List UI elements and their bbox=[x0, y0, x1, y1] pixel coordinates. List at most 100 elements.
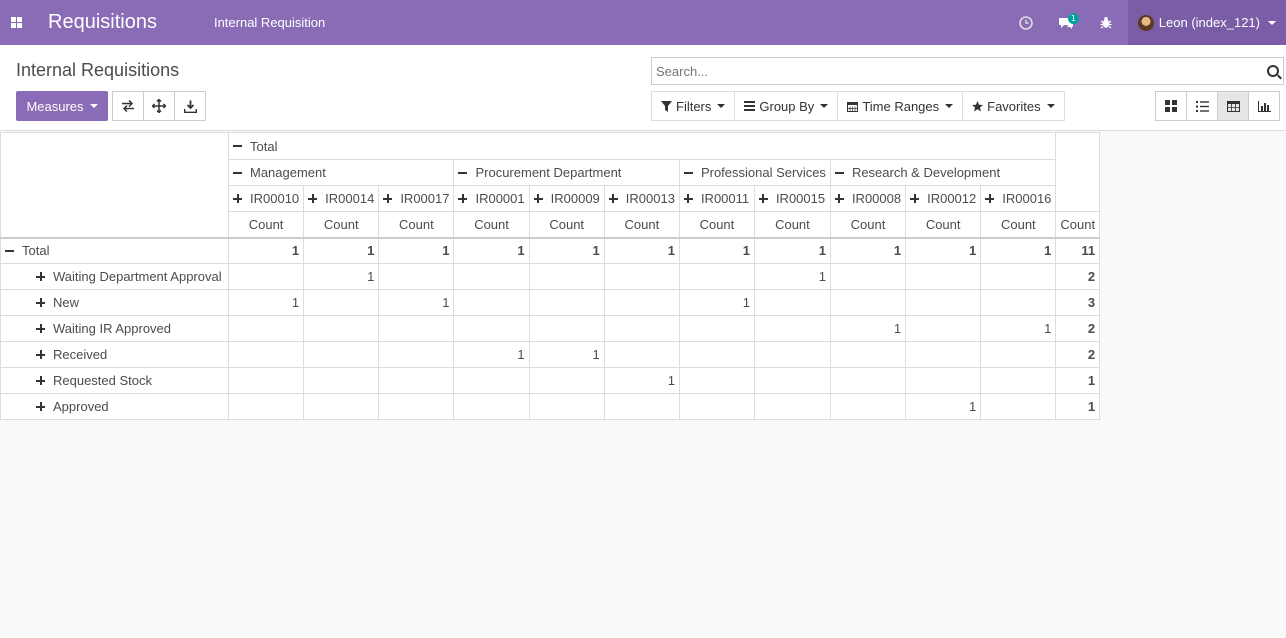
row-header[interactable]: New bbox=[0, 289, 229, 316]
col-header-total[interactable]: Total bbox=[227, 132, 1057, 160]
col-header-item[interactable]: IR00014 bbox=[303, 185, 380, 212]
col-header-item[interactable]: IR00013 bbox=[603, 185, 680, 212]
pivot-cell[interactable] bbox=[905, 315, 982, 342]
filters-button[interactable]: Filters bbox=[651, 91, 736, 121]
pivot-cell[interactable]: 1 bbox=[980, 237, 1057, 264]
pivot-cell[interactable]: 1 bbox=[378, 289, 455, 316]
pivot-cell[interactable] bbox=[528, 367, 605, 394]
pivot-cell[interactable]: 1 bbox=[603, 237, 680, 264]
measure-header[interactable]: Count bbox=[753, 211, 831, 239]
measure-header[interactable]: Count bbox=[303, 211, 380, 239]
row-header[interactable]: Requested Stock bbox=[0, 367, 229, 394]
pivot-cell[interactable]: 1 bbox=[303, 263, 380, 290]
pivot-cell[interactable] bbox=[453, 315, 530, 342]
pivot-cell[interactable] bbox=[829, 393, 907, 420]
activity-button[interactable] bbox=[1006, 0, 1046, 45]
pivot-cell[interactable] bbox=[829, 367, 907, 394]
pivot-cell[interactable] bbox=[227, 341, 305, 368]
pivot-cell[interactable]: 3 bbox=[1055, 289, 1101, 316]
pivot-cell[interactable] bbox=[528, 263, 605, 290]
col-header-item[interactable]: IR00012 bbox=[905, 185, 982, 212]
pivot-cell[interactable] bbox=[303, 341, 380, 368]
pivot-cell[interactable] bbox=[678, 393, 755, 420]
measure-header[interactable]: Count bbox=[378, 211, 455, 239]
graph-view-button[interactable] bbox=[1248, 91, 1280, 121]
flip-axis-button[interactable] bbox=[112, 91, 144, 121]
pivot-cell[interactable]: 1 bbox=[303, 237, 380, 264]
pivot-cell[interactable] bbox=[905, 341, 982, 368]
pivot-cell[interactable] bbox=[303, 367, 380, 394]
apps-menu-button[interactable] bbox=[0, 0, 32, 45]
download-button[interactable] bbox=[174, 91, 206, 121]
col-header-group[interactable]: Procurement Department bbox=[453, 159, 680, 186]
pivot-cell[interactable] bbox=[753, 393, 831, 420]
pivot-cell[interactable] bbox=[453, 263, 530, 290]
pivot-view-button[interactable] bbox=[1217, 91, 1249, 121]
pivot-cell[interactable]: 2 bbox=[1055, 315, 1101, 342]
col-header-item[interactable]: IR00015 bbox=[753, 185, 831, 212]
favorites-button[interactable]: Favorites bbox=[962, 91, 1065, 121]
row-header[interactable]: Waiting Department Approval bbox=[0, 263, 229, 290]
pivot-cell[interactable] bbox=[227, 315, 305, 342]
pivot-cell[interactable]: 11 bbox=[1055, 237, 1101, 264]
pivot-cell[interactable] bbox=[905, 289, 982, 316]
pivot-cell[interactable]: 1 bbox=[829, 315, 907, 342]
pivot-cell[interactable]: 1 bbox=[453, 237, 530, 264]
measure-header[interactable]: Count bbox=[528, 211, 605, 239]
pivot-cell[interactable] bbox=[453, 289, 530, 316]
pivot-cell[interactable] bbox=[603, 263, 680, 290]
pivot-cell[interactable]: 1 bbox=[905, 393, 982, 420]
list-view-button[interactable] bbox=[1186, 91, 1218, 121]
expand-all-button[interactable] bbox=[143, 91, 175, 121]
pivot-cell[interactable] bbox=[227, 367, 305, 394]
pivot-cell[interactable] bbox=[905, 367, 982, 394]
measure-header[interactable]: Count bbox=[678, 211, 755, 239]
measure-header[interactable]: Count bbox=[905, 211, 982, 239]
pivot-cell[interactable] bbox=[980, 393, 1057, 420]
pivot-cell[interactable]: 1 bbox=[453, 341, 530, 368]
col-header-item[interactable]: IR00010 bbox=[227, 185, 305, 212]
pivot-cell[interactable]: 1 bbox=[678, 237, 755, 264]
pivot-cell[interactable]: 1 bbox=[528, 237, 605, 264]
pivot-cell[interactable] bbox=[905, 263, 982, 290]
pivot-cell[interactable] bbox=[453, 367, 530, 394]
pivot-cell[interactable]: 1 bbox=[905, 237, 982, 264]
pivot-cell[interactable]: 1 bbox=[378, 237, 455, 264]
pivot-cell[interactable] bbox=[378, 315, 455, 342]
pivot-cell[interactable] bbox=[829, 263, 907, 290]
row-header[interactable]: Approved bbox=[0, 393, 229, 420]
pivot-cell[interactable]: 1 bbox=[753, 237, 831, 264]
group-by-button[interactable]: Group By bbox=[734, 91, 839, 121]
col-header-item[interactable]: IR00011 bbox=[678, 185, 755, 212]
row-header[interactable]: Waiting IR Approved bbox=[0, 315, 229, 342]
measure-header[interactable]: Count bbox=[453, 211, 530, 239]
pivot-cell[interactable] bbox=[678, 341, 755, 368]
col-header-group[interactable]: Professional Services bbox=[678, 159, 831, 186]
pivot-cell[interactable] bbox=[753, 341, 831, 368]
col-header-item[interactable]: IR00009 bbox=[528, 185, 605, 212]
col-header-item[interactable]: IR00016 bbox=[980, 185, 1057, 212]
pivot-cell[interactable] bbox=[378, 367, 455, 394]
col-header-item[interactable]: IR00008 bbox=[829, 185, 907, 212]
pivot-cell[interactable] bbox=[603, 315, 680, 342]
pivot-cell[interactable] bbox=[980, 367, 1057, 394]
row-header[interactable]: Received bbox=[0, 341, 229, 368]
pivot-cell[interactable] bbox=[378, 263, 455, 290]
col-header-group[interactable]: Research & Development bbox=[829, 159, 1057, 186]
pivot-cell[interactable]: 1 bbox=[1055, 367, 1101, 394]
pivot-cell[interactable] bbox=[980, 289, 1057, 316]
pivot-cell[interactable] bbox=[528, 315, 605, 342]
debug-button[interactable] bbox=[1086, 0, 1126, 45]
pivot-cell[interactable] bbox=[753, 289, 831, 316]
pivot-cell[interactable] bbox=[378, 393, 455, 420]
pivot-cell[interactable] bbox=[227, 393, 305, 420]
pivot-cell[interactable] bbox=[829, 289, 907, 316]
user-menu[interactable]: Leon (index_121) bbox=[1127, 0, 1286, 45]
pivot-cell[interactable] bbox=[528, 289, 605, 316]
pivot-cell[interactable] bbox=[678, 263, 755, 290]
pivot-cell[interactable] bbox=[753, 315, 831, 342]
col-header-group[interactable]: Management bbox=[227, 159, 455, 186]
measures-button[interactable]: Measures bbox=[16, 91, 108, 121]
pivot-cell[interactable]: 1 bbox=[227, 289, 305, 316]
pivot-cell[interactable] bbox=[980, 263, 1057, 290]
